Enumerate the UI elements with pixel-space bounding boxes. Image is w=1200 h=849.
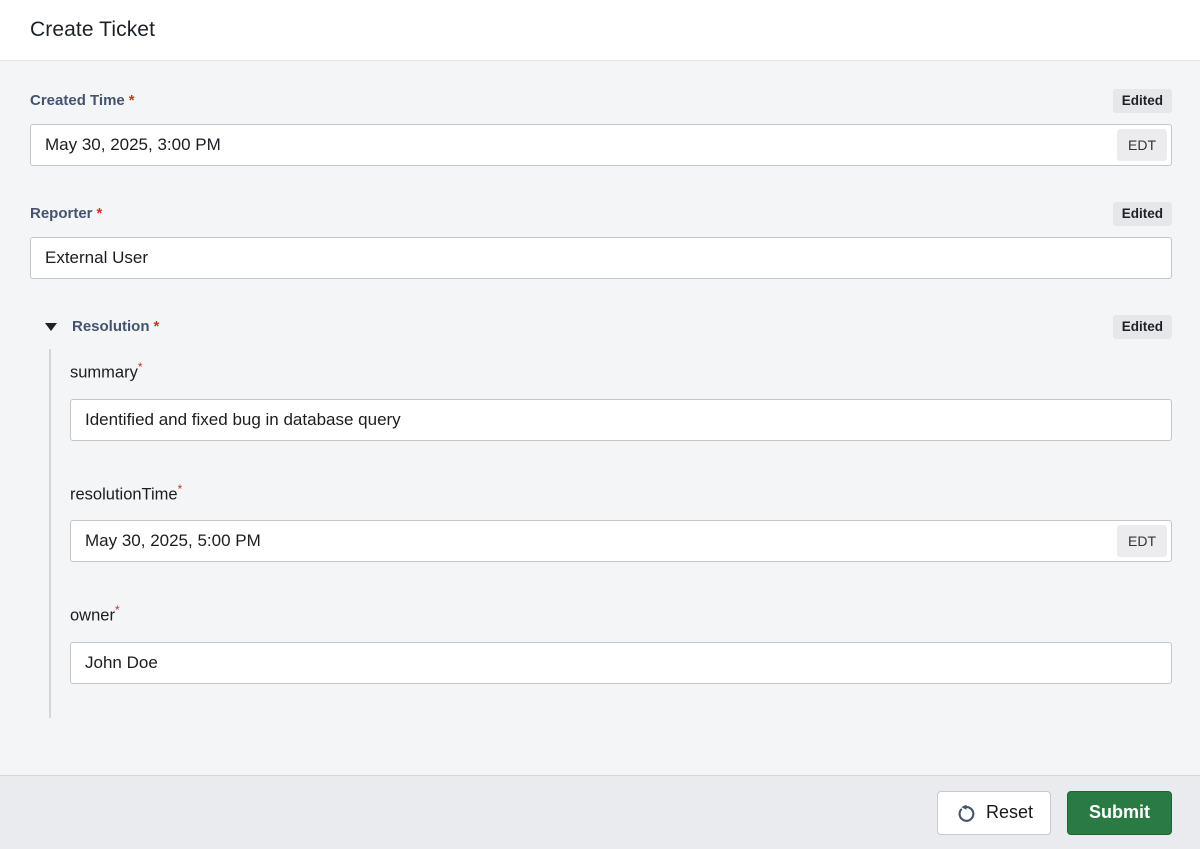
resolution-toggle[interactable]: Resolution * (30, 315, 159, 339)
label-text: owner (70, 606, 115, 625)
form-footer: Reset Submit (0, 775, 1200, 849)
resolution-section: Resolution* Edited summary* resolutionTi… (30, 315, 1172, 718)
edited-badge: Edited (1112, 89, 1172, 113)
required-asterisk: * (96, 205, 103, 222)
field-label-row: Reporter * Edited (30, 202, 1172, 226)
resolution-header-row: Resolution * Edited (30, 315, 1172, 339)
form-body: Created Time* Edited EDT Reporter* Edite… (0, 61, 1200, 775)
label-text: Reporter (30, 205, 93, 222)
owner-input-wrap (70, 641, 1172, 684)
field-reporter: Reporter * Edited (30, 202, 1172, 279)
field-created-time: Created Time* Edited EDT (30, 89, 1172, 166)
summary-label: summary* (70, 355, 143, 385)
required-asterisk: * (153, 318, 160, 335)
create-ticket-panel: Create Ticket Created Time* Edited EDT R… (0, 0, 1200, 849)
created-time-label: Created Time * (30, 89, 135, 113)
collapse-arrow-icon (45, 323, 57, 331)
label-text: resolutionTime (70, 485, 178, 503)
summary-input[interactable] (70, 398, 1172, 441)
field-summary: summary* (70, 355, 1172, 441)
edited-badge: Edited (1112, 202, 1172, 226)
submit-button[interactable]: Submit (1067, 790, 1172, 835)
summary-input-wrap (70, 398, 1172, 441)
resolution-time-label: resolutionTime* (70, 477, 182, 507)
created-time-input[interactable] (30, 124, 1172, 166)
owner-label: owner* (70, 598, 120, 628)
reset-button[interactable]: Reset (936, 790, 1051, 835)
edited-badge: Edited (1112, 315, 1172, 339)
required-asterisk: * (128, 92, 135, 109)
timezone-suffix: EDT (1117, 525, 1167, 557)
reset-button-label: Reset (985, 802, 1033, 822)
resolution-label: Resolution * (72, 315, 159, 339)
owner-input[interactable] (70, 641, 1172, 684)
timezone-suffix: EDT (1117, 129, 1167, 161)
created-time-input-wrap: EDT (30, 124, 1172, 166)
label-text: Created Time (30, 92, 125, 109)
reporter-label: Reporter * (30, 202, 102, 226)
required-asterisk: * (177, 481, 183, 496)
reset-icon (955, 802, 977, 824)
label-text: summary (70, 363, 138, 382)
field-label-row: Created Time * Edited (30, 89, 1172, 113)
resolution-time-input-wrap: EDT (70, 520, 1172, 562)
panel-header: Create Ticket (0, 0, 1200, 61)
required-asterisk: * (114, 603, 120, 617)
reporter-input-wrap (30, 237, 1172, 279)
label-text: Resolution (72, 318, 150, 335)
required-asterisk: * (137, 360, 143, 374)
resolution-body: summary* resolutionTime* EDT owner* (49, 349, 1172, 718)
field-owner: owner* (70, 598, 1172, 684)
reporter-input[interactable] (30, 237, 1172, 279)
resolution-time-input[interactable] (70, 520, 1172, 562)
page-title: Create Ticket (30, 18, 156, 41)
field-resolution-time: resolutionTime* EDT (70, 477, 1172, 562)
